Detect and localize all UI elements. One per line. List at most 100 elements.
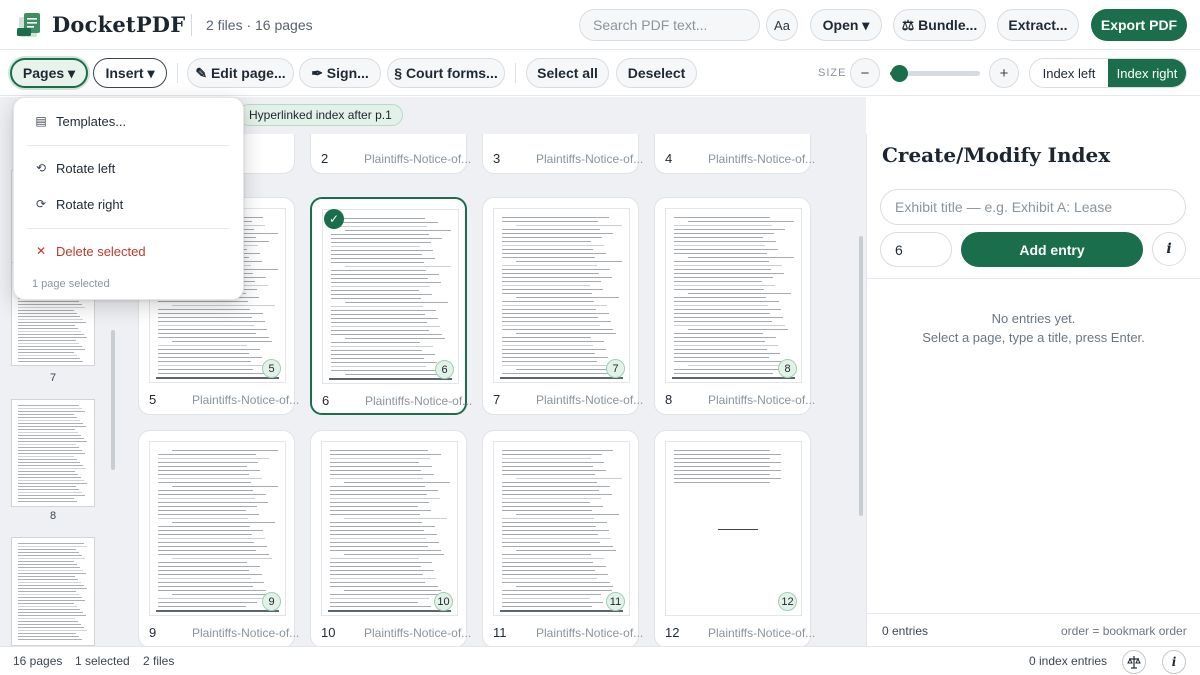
page-thumbnail: [665, 208, 802, 383]
open-button[interactable]: Open ▾: [810, 9, 882, 41]
edit-page-button[interactable]: ✎ Edit page...: [187, 58, 294, 88]
rotate-left-icon: ⟲: [35, 161, 47, 175]
size-slider[interactable]: [890, 65, 980, 82]
insert-menu-button[interactable]: Insert ▾: [93, 58, 167, 88]
index-right-option[interactable]: Index right: [1108, 59, 1186, 87]
page-card[interactable]: 12 12 Plaintiffs-Notice-of...: [654, 430, 815, 646]
text-line: [502, 518, 594, 519]
text-line: [158, 478, 262, 479]
rail-page-thumbnail[interactable]: [11, 399, 95, 507]
search-input[interactable]: [579, 9, 760, 41]
page-card[interactable]: 33Plaintiffs-Notice-of...: [482, 134, 643, 174]
text-line: [158, 514, 259, 515]
menu-item-delete-selected[interactable]: ✕ Delete selected: [14, 237, 245, 265]
text-line: [502, 450, 613, 451]
index-left-option[interactable]: Index left: [1030, 59, 1108, 87]
text-line: [502, 494, 612, 495]
grid-scrollbar[interactable]: [859, 236, 863, 516]
text-line: [502, 357, 608, 358]
text-line: [502, 542, 600, 543]
app-header: DocketPDF 2 files · 16 pages Aa Open ▾ ⚖…: [0, 0, 1200, 50]
page-card[interactable]: 7 7 Plaintiffs-Notice-of...: [482, 197, 643, 415]
text-line: [345, 374, 442, 375]
text-line: [330, 458, 430, 459]
scale-icon[interactable]: [1122, 650, 1146, 674]
status-index-entries: 0 index entries: [1029, 654, 1108, 668]
text-line: [674, 273, 784, 274]
deselect-button[interactable]: Deselect: [616, 58, 697, 88]
card-file-name: Plaintiffs-Notice-of...: [364, 626, 472, 640]
page-card[interactable]: 44Plaintiffs-Notice-of...: [654, 134, 815, 174]
text-line: [516, 261, 622, 262]
page-card[interactable]: 10 10 Plaintiffs-Notice-of...: [310, 430, 471, 646]
text-line: [18, 307, 85, 308]
match-case-button[interactable]: Aa: [766, 9, 798, 41]
text-line: [331, 262, 424, 263]
pages-menu-button[interactable]: Pages ▾: [10, 58, 88, 88]
text-line: [18, 423, 83, 424]
text-line: [330, 574, 423, 575]
text-line: [18, 597, 82, 598]
page-card[interactable]: 22Plaintiffs-Notice-of...: [310, 134, 471, 174]
hyperlinked-index-chip[interactable]: Hyperlinked index after p.1: [238, 104, 403, 126]
export-pdf-button[interactable]: Export PDF: [1091, 9, 1187, 41]
text-line: [331, 290, 419, 291]
text-line: [344, 590, 441, 591]
page-card[interactable]: 8 8 Plaintiffs-Notice-of...: [654, 197, 815, 415]
text-line: [158, 373, 266, 374]
text-line: [18, 355, 77, 356]
page-card[interactable]: 6 6 Plaintiffs-Notice-of... ✓: [310, 197, 472, 415]
size-decrease-button[interactable]: −: [850, 58, 880, 88]
text-line: [158, 498, 255, 499]
status-info-icon[interactable]: i: [1162, 650, 1186, 674]
text-line: [674, 261, 769, 262]
info-icon[interactable]: i: [1152, 232, 1186, 266]
text-line: [330, 550, 441, 551]
text-line: [18, 361, 83, 362]
court-forms-button[interactable]: § Court forms...: [387, 58, 505, 88]
text-line: [674, 217, 770, 218]
text-line: [674, 241, 776, 242]
menu-item-rotate-left[interactable]: ⟲ Rotate left: [14, 154, 245, 182]
text-line: [502, 602, 603, 603]
extract-button[interactable]: Extract...: [997, 9, 1079, 41]
text-line: [502, 353, 595, 354]
page-number-badge: 5: [262, 359, 281, 378]
text-line: [158, 554, 269, 555]
sign-button[interactable]: ✒ Sign...: [299, 58, 381, 88]
scale-icon-glyph: [1127, 656, 1141, 669]
add-entry-button[interactable]: Add entry: [961, 232, 1143, 267]
size-increase-button[interactable]: +: [989, 58, 1019, 88]
text-line: [502, 273, 599, 274]
rail-page-thumbnail[interactable]: [11, 537, 95, 646]
bundle-button[interactable]: ⚖ Bundle...: [893, 9, 986, 41]
text-line: [158, 566, 260, 567]
select-all-button[interactable]: Select all: [526, 58, 609, 88]
text-line: [331, 354, 435, 355]
size-slider-thumb[interactable]: [891, 65, 908, 82]
text-line: [688, 221, 794, 222]
text-line: [502, 253, 606, 254]
text-line: [502, 502, 590, 503]
text-line: [18, 301, 79, 302]
page-thumbnail: [493, 441, 630, 616]
page-card[interactable]: 9 9 Plaintiffs-Notice-of...: [138, 430, 299, 646]
page-number-input[interactable]: [880, 232, 952, 267]
text-line: [345, 338, 445, 339]
text-line: [330, 478, 423, 479]
panel-title: Create/Modify Index: [882, 143, 1111, 167]
exhibit-title-input[interactable]: [880, 189, 1186, 225]
text-line: [158, 313, 263, 314]
text-line: [18, 576, 75, 577]
menu-item-label: Delete selected: [56, 243, 146, 259]
text-line: [502, 281, 601, 282]
rail-scrollbar[interactable]: [111, 330, 115, 470]
menu-item-rotate-right[interactable]: ⟳ Rotate right: [14, 190, 245, 218]
menu-item-templates[interactable]: ▤ Templates...: [14, 107, 245, 135]
page-number-badge: 9: [262, 592, 281, 611]
text-line: [158, 317, 252, 318]
text-line: [331, 242, 431, 243]
text-line: [516, 550, 616, 551]
text-line: [344, 482, 450, 483]
page-card[interactable]: 11 11 Plaintiffs-Notice-of...: [482, 430, 643, 646]
